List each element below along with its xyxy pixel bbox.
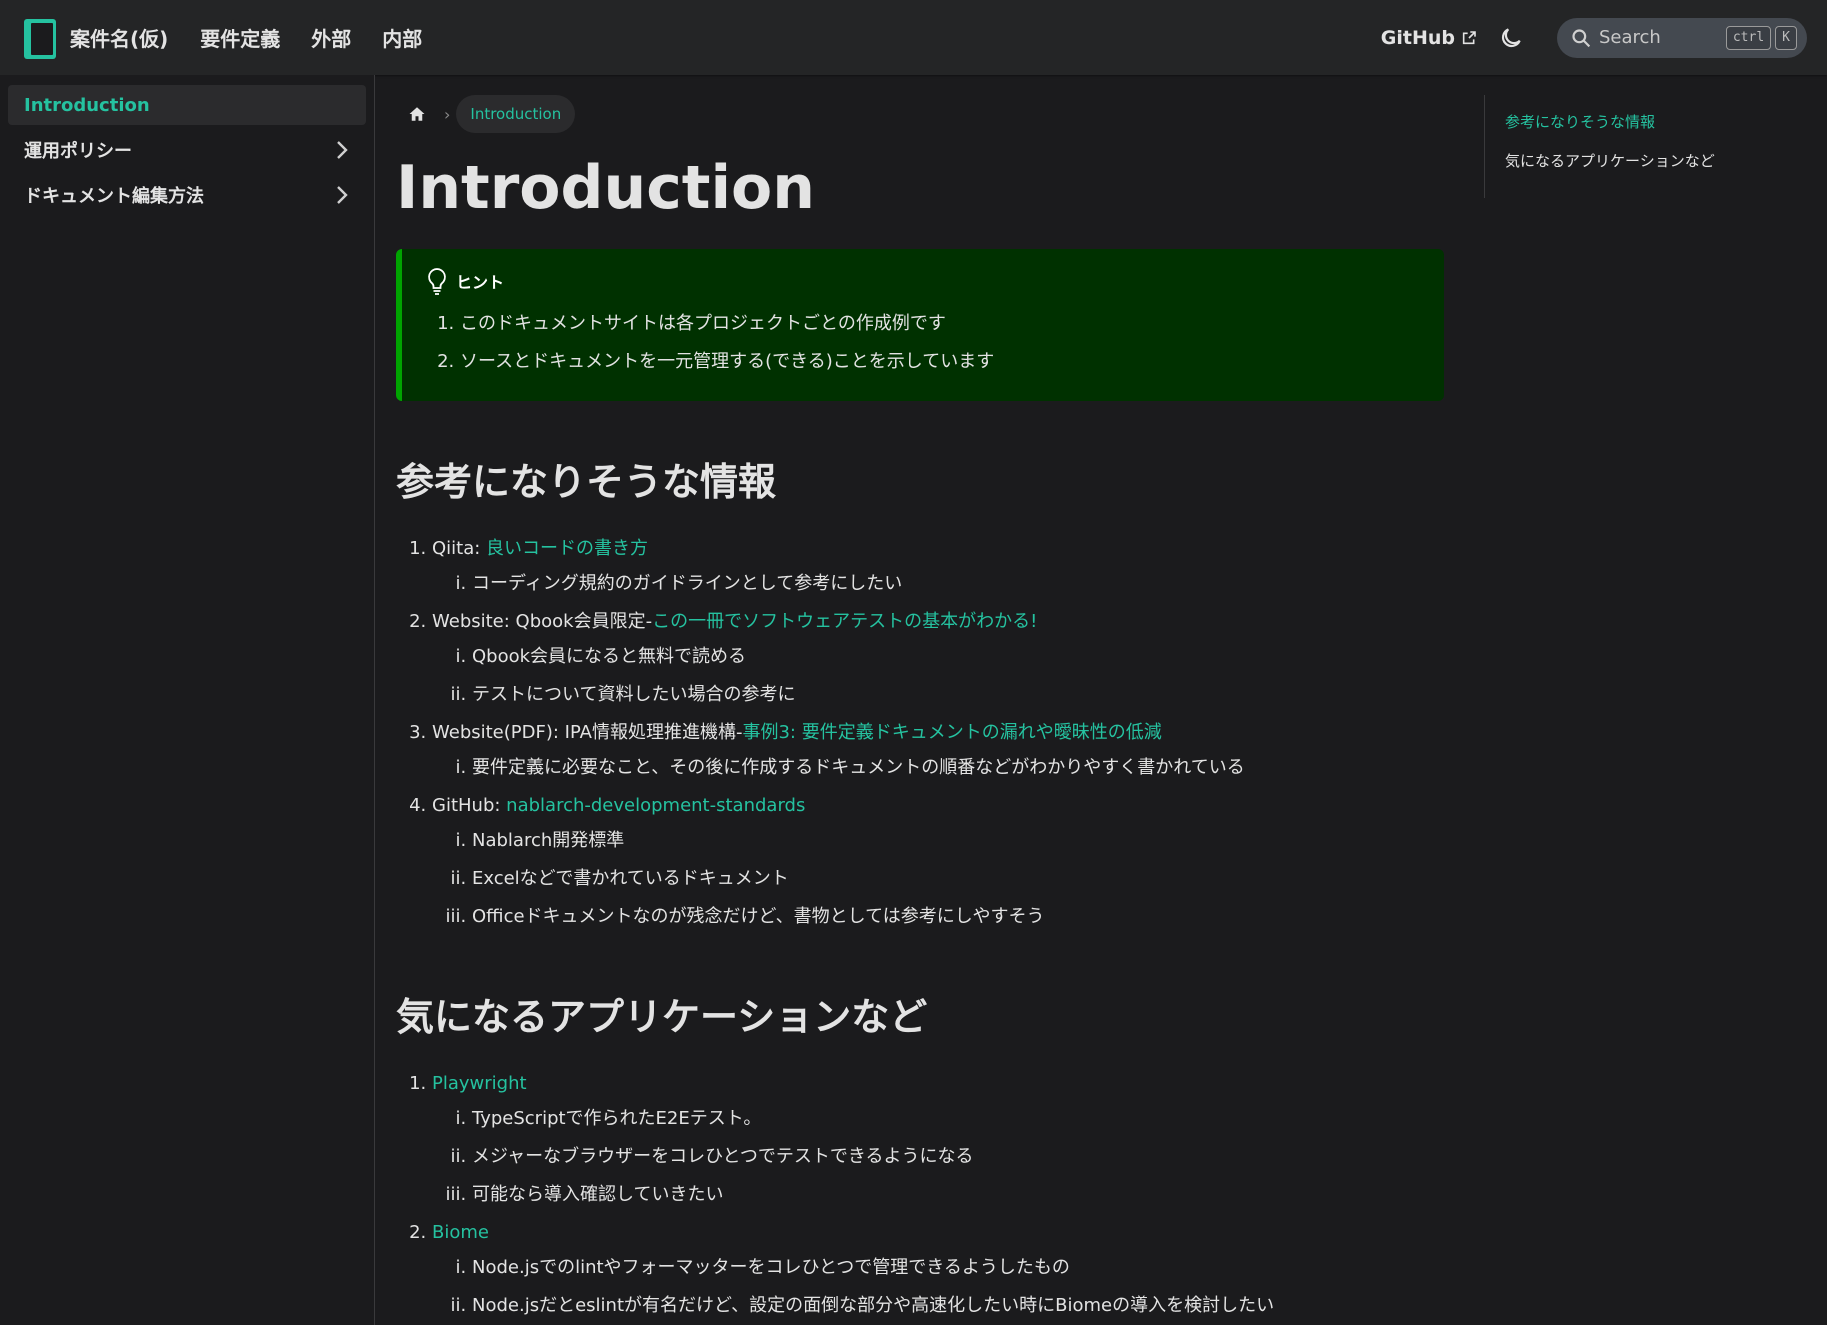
external-link-icon xyxy=(1462,30,1476,44)
main-content: › Introduction Introduction ヒント このドキュメント… xyxy=(396,75,1444,1325)
list-item: Website(PDF): IPA情報処理推進機構-事例3: 要件定義ドキュメン… xyxy=(432,716,1444,787)
nav-link-internal[interactable]: 内部 xyxy=(382,23,422,52)
item-prefix: GitHub: xyxy=(432,795,507,816)
sub-list: Nablarch開発標準 Excelなどで書かれているドキュメント Office… xyxy=(432,822,1444,936)
home-icon xyxy=(409,107,425,121)
moon-icon xyxy=(1501,27,1521,47)
chevron-right-icon[interactable] xyxy=(332,139,350,161)
search-button[interactable]: Search ctrl K xyxy=(1557,17,1807,58)
breadcrumb-separator: › xyxy=(444,104,451,124)
sidebar-item-label: ドキュメント編集方法 xyxy=(24,186,204,207)
sidebar-item-doc-editing[interactable]: ドキュメント編集方法 xyxy=(8,175,366,215)
toc-item-applications[interactable]: 気になるアプリケーションなど xyxy=(1505,150,1804,171)
tip-admonition: ヒント このドキュメントサイトは各プロジェクトごとの作成例です ソースとドキュメ… xyxy=(396,249,1444,401)
search-icon xyxy=(1572,28,1591,47)
item-prefix: Website(PDF): IPA情報処理推進機構- xyxy=(432,722,743,743)
list-item: Officeドキュメントなのが残念だけど、書物としては参考にしやすそう xyxy=(472,898,1444,936)
list-item: Website: Qbook会員限定-この一冊でソフトウェアテストの基本がわかる… xyxy=(432,605,1444,714)
dark-mode-toggle[interactable] xyxy=(1497,24,1525,52)
reference-link[interactable]: この一冊でソフトウェアテストの基本がわかる! xyxy=(652,611,1037,632)
reference-link[interactable]: nablarch-development-standards xyxy=(506,795,805,816)
biome-link[interactable]: Biome xyxy=(432,1222,489,1243)
breadcrumb: › Introduction xyxy=(396,95,1444,133)
sidebar-item-introduction[interactable]: Introduction xyxy=(8,85,366,125)
list-item: Nablarch開発標準 xyxy=(472,822,1444,860)
breadcrumb-current: Introduction xyxy=(456,95,576,133)
docs-sidebar: Introduction 運用ポリシー ドキュメント編集方法 xyxy=(0,75,375,1325)
sidebar-menu: Introduction 運用ポリシー ドキュメント編集方法 xyxy=(0,75,374,230)
brand-link[interactable]: 案件名(仮) xyxy=(24,0,200,75)
list-item: Qiita: 良いコードの書き方 コーディング規約のガイドラインとして参考にした… xyxy=(432,532,1444,603)
list-item: 要件定義に必要なこと、その後に作成するドキュメントの順番などがわかりやすく書かれ… xyxy=(472,749,1444,787)
chevron-right-icon[interactable] xyxy=(332,184,350,206)
list-item: Biome Node.jsでのlintやフォーマッターをコレひとつで管理できるよ… xyxy=(432,1216,1444,1325)
tip-list: このドキュメントサイトは各プロジェクトごとの作成例です ソースとドキュメントを一… xyxy=(426,305,1420,381)
search-shortcut: ctrl K xyxy=(1725,25,1797,50)
sidebar-item-operation-policy[interactable]: 運用ポリシー xyxy=(8,130,366,170)
list-item: Qbook会員になると無料で読める xyxy=(472,638,1444,676)
navbar-right: GitHub Search ctrl K xyxy=(1381,0,1827,75)
github-label: GitHub xyxy=(1380,26,1455,49)
list-item: Node.jsでのlintやフォーマッターをコレひとつで管理できるようしたもの xyxy=(472,1249,1444,1287)
kbd-ctrl: ctrl xyxy=(1725,25,1772,50)
list-item: このドキュメントサイトは各プロジェクトごとの作成例です xyxy=(460,305,1420,343)
sub-list: Qbook会員になると無料で読める テストについて資料したい場合の参考に xyxy=(432,638,1444,714)
list-item: GitHub: nablarch-development-standards N… xyxy=(432,789,1444,936)
lightbulb-icon xyxy=(428,268,446,295)
nav-link-requirements[interactable]: 要件定義 xyxy=(200,23,280,52)
sub-list: 要件定義に必要なこと、その後に作成するドキュメントの順番などがわかりやすく書かれ… xyxy=(432,749,1444,787)
playwright-link[interactable]: Playwright xyxy=(432,1073,527,1094)
sidebar-item-label: Introduction xyxy=(24,94,150,116)
breadcrumb-home[interactable] xyxy=(396,95,438,133)
list-item: ソースとドキュメントを一元管理する(できる)ことを示しています xyxy=(460,343,1420,381)
book-logo-icon xyxy=(24,17,56,59)
sub-list: Node.jsでのlintやフォーマッターをコレひとつで管理できるようしたもの … xyxy=(432,1249,1444,1325)
section-heading-applications: 気になるアプリケーションなど xyxy=(396,995,928,1039)
table-of-contents: 参考になりそうな情報 気になるアプリケーションなど xyxy=(1484,95,1804,198)
search-placeholder: Search xyxy=(1599,27,1661,48)
list-item: TypeScriptで作られたE2Eテスト。 xyxy=(472,1100,1444,1138)
toc-item-references[interactable]: 参考になりそうな情報 xyxy=(1505,111,1804,132)
list-item: Playwright TypeScriptで作られたE2Eテスト。 メジャーなブ… xyxy=(432,1067,1444,1214)
tip-title: ヒント xyxy=(456,273,505,292)
top-navbar: 案件名(仮) 要件定義 外部 内部 GitHub Search ctrl K xyxy=(0,0,1827,75)
item-prefix: Qiita: xyxy=(432,538,487,559)
list-item: Excelなどで書かれているドキュメント xyxy=(472,860,1444,898)
tip-heading: ヒント xyxy=(426,267,1420,295)
list-item: テストについて資料したい場合の参考に xyxy=(472,676,1444,714)
reference-list: Qiita: 良いコードの書き方 コーディング規約のガイドラインとして参考にした… xyxy=(396,532,1444,936)
section-heading-references: 参考になりそうな情報 xyxy=(396,460,777,504)
github-link[interactable]: GitHub xyxy=(1381,27,1477,49)
sub-list: コーディング規約のガイドラインとして参考にしたい xyxy=(432,565,1444,603)
application-list: Playwright TypeScriptで作られたE2Eテスト。 メジャーなブ… xyxy=(396,1067,1444,1325)
site-title: 案件名(仮) xyxy=(70,27,169,51)
list-item: 可能なら導入確認していきたい xyxy=(472,1176,1444,1214)
reference-link[interactable]: 良いコードの書き方 xyxy=(486,538,648,559)
list-item: メジャーなブラウザーをコレひとつでテストできるようになる xyxy=(472,1138,1444,1176)
kbd-k: K xyxy=(1775,25,1797,50)
item-prefix: Website: Qbook会員限定- xyxy=(432,611,653,632)
list-item: Node.jsだとeslintが有名だけど、設定の面倒な部分や高速化したい時にB… xyxy=(472,1287,1444,1325)
reference-link[interactable]: 事例3: 要件定義ドキュメントの漏れや曖昧性の低減 xyxy=(742,722,1161,743)
sub-list: TypeScriptで作られたE2Eテスト。 メジャーなブラウザーをコレひとつで… xyxy=(432,1100,1444,1214)
page-title: Introduction xyxy=(396,153,815,223)
nav-link-external[interactable]: 外部 xyxy=(311,23,351,52)
list-item: コーディング規約のガイドラインとして参考にしたい xyxy=(472,565,1444,603)
sidebar-item-label: 運用ポリシー xyxy=(24,141,132,162)
